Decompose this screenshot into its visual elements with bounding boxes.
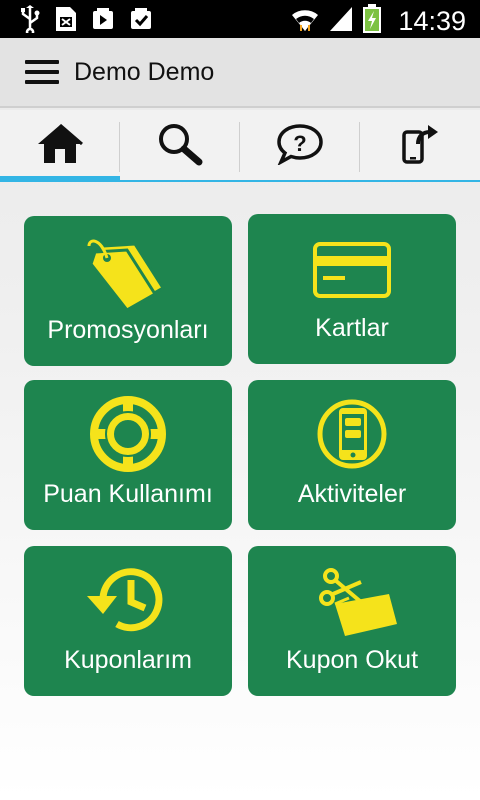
- tile-my-coupons[interactable]: Kuponlarım: [24, 546, 232, 696]
- tab-search[interactable]: [120, 110, 240, 182]
- tile-label: Promosyonları: [47, 316, 209, 344]
- home-icon: [36, 123, 84, 170]
- price-tag-icon: [83, 228, 173, 318]
- search-icon: [157, 122, 203, 171]
- share-icon: [400, 122, 440, 171]
- media-icon: [90, 5, 116, 38]
- action-bar: Demo Demo: [0, 38, 480, 108]
- tab-share[interactable]: [360, 110, 480, 182]
- task-icon: [128, 5, 154, 38]
- tile-label: Puan Kullanımı: [43, 480, 213, 508]
- tile-promotions[interactable]: Promosyonları: [24, 216, 232, 366]
- hamburger-menu-icon[interactable]: [25, 60, 59, 88]
- tile-label: Aktiviteler: [297, 480, 407, 508]
- credit-card-icon: [307, 226, 397, 316]
- tile-cards[interactable]: Kartlar: [248, 214, 456, 364]
- tile-label: Kupon Okut: [285, 646, 419, 674]
- tab-home[interactable]: [0, 110, 120, 182]
- app-title: Demo Demo: [74, 58, 215, 86]
- tab-help[interactable]: ?: [240, 110, 360, 182]
- lifebuoy-icon: [83, 392, 173, 482]
- tile-scan-coupon[interactable]: Kupon Okut: [248, 546, 456, 696]
- help-icon: ?: [276, 123, 324, 170]
- usb-icon: [18, 5, 42, 38]
- status-bar: 14:39: [0, 0, 480, 38]
- signal-icon: [328, 5, 354, 38]
- battery-charging-icon: [362, 4, 382, 39]
- coupon-scissors-icon: [307, 558, 397, 648]
- clock: 14:39: [398, 6, 466, 36]
- tile-label: Kuponlarım: [64, 646, 192, 674]
- svg-text:?: ?: [293, 131, 306, 156]
- tile-points-usage[interactable]: Puan Kullanımı: [24, 380, 232, 530]
- tab-bar: ?: [0, 110, 480, 182]
- sim-card-icon: [54, 5, 78, 38]
- tile-label: Kartlar: [315, 314, 389, 342]
- wifi-icon: [290, 5, 320, 38]
- history-icon: [83, 558, 173, 648]
- phone-activity-icon: [307, 392, 397, 482]
- tile-activities[interactable]: Aktiviteler: [248, 380, 456, 530]
